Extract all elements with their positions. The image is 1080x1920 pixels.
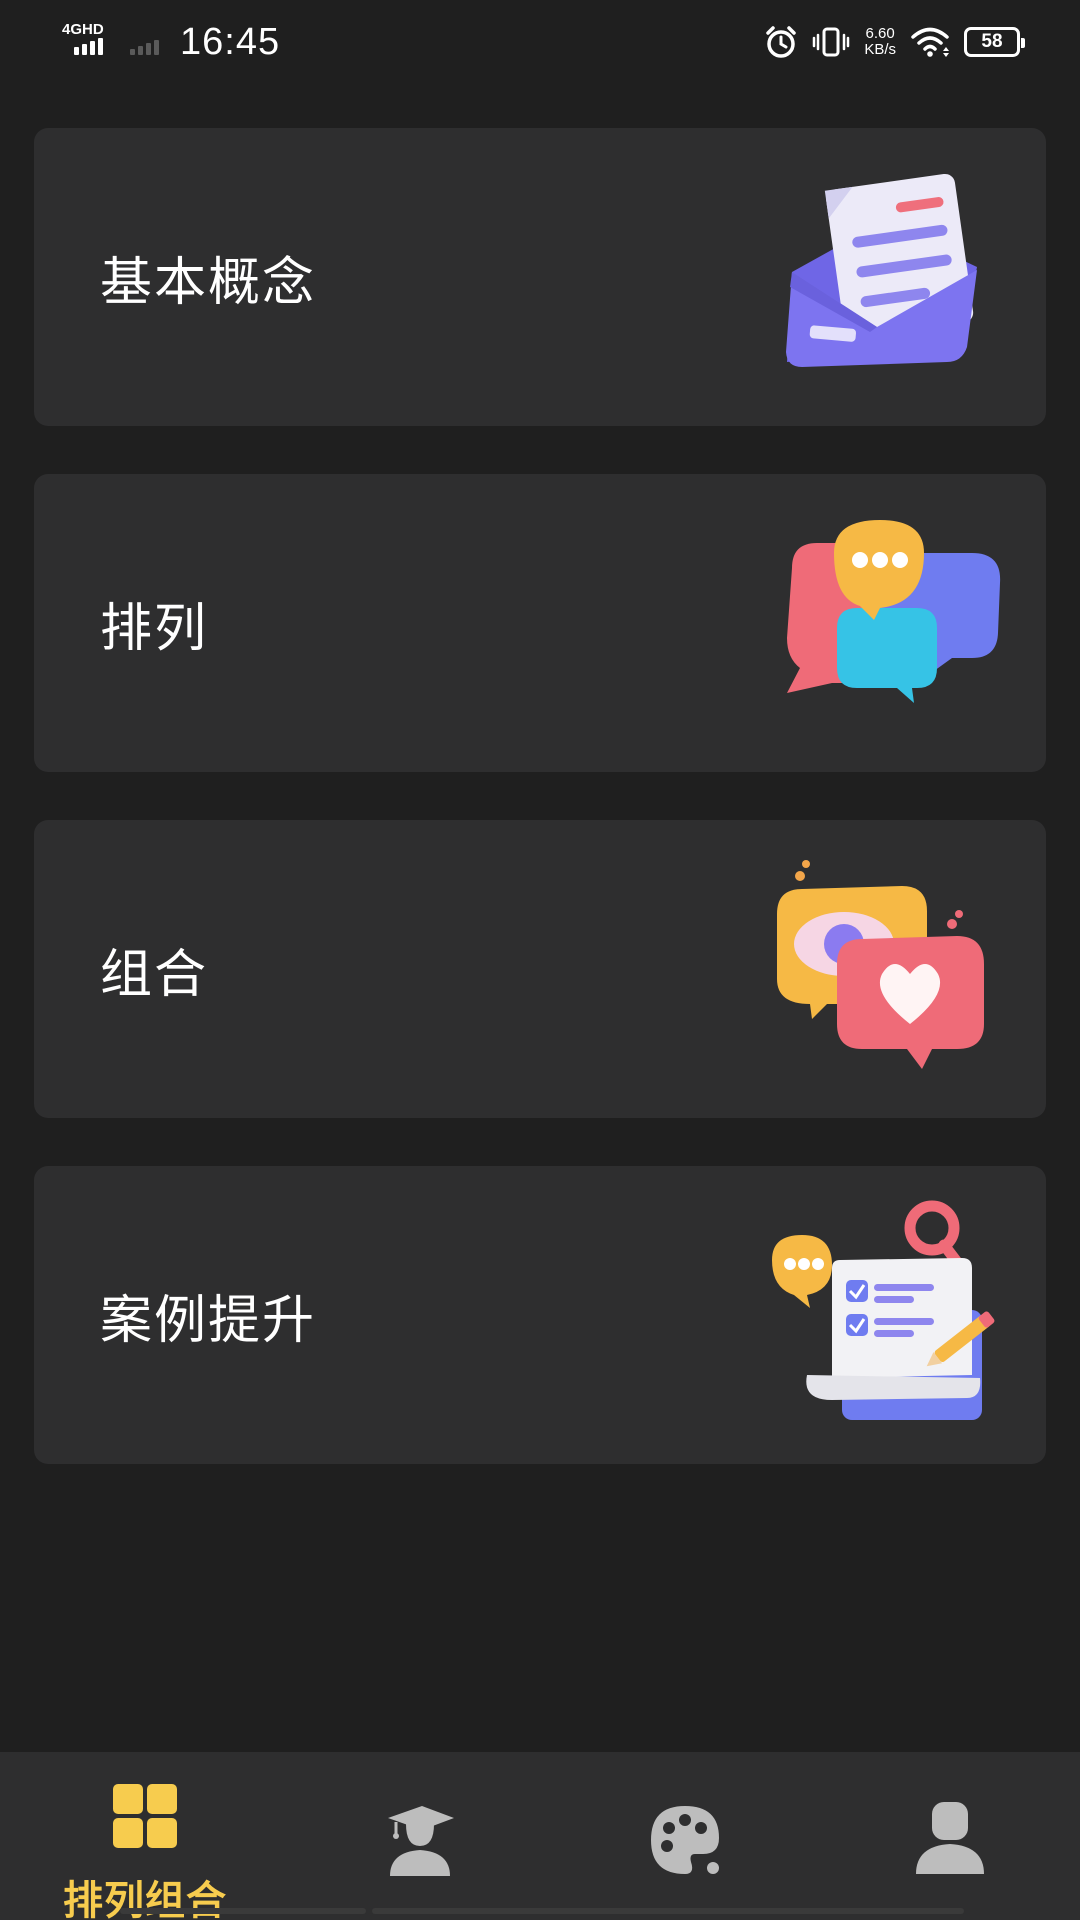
home-indicator <box>120 1908 366 1914</box>
status-icons: 6.60 KB/s 58 <box>764 22 1025 62</box>
battery-level: 58 <box>981 31 1003 52</box>
card-title: 组合 <box>100 944 209 1005</box>
alarm-icon <box>766 26 797 58</box>
nav-tab-profile[interactable] <box>815 1752 1080 1920</box>
screen: 4GHD 16:45 6.60 KB/s 58 基本概念 排列 组合 案例提升 … <box>0 0 1080 1920</box>
person-icon <box>916 1802 984 1874</box>
envelope-letter-icon <box>786 173 977 367</box>
network-indicator: 4GHD <box>62 22 114 58</box>
card-basic-concepts[interactable]: 基本概念 <box>34 128 1046 426</box>
network-type-label: 4GHD <box>62 21 104 38</box>
grid-icon <box>113 1784 177 1848</box>
nav-tab-permutation-combination[interactable]: 排列组合 <box>10 1752 280 1920</box>
signal-icon <box>74 38 103 55</box>
status-bar: 4GHD 16:45 6.60 KB/s 58 <box>0 0 1080 90</box>
clock-time: 16:45 <box>180 21 281 63</box>
chat-bubbles-icon <box>787 520 1001 703</box>
palette-icon <box>651 1806 719 1874</box>
graduate-icon <box>388 1806 454 1876</box>
speed-value: 6.60 <box>865 25 895 42</box>
card-title: 案例提升 <box>100 1290 317 1351</box>
home-indicator-secondary <box>372 1908 964 1914</box>
eye-heart-bubbles-icon <box>777 860 984 1069</box>
card-title: 基本概念 <box>100 252 317 313</box>
nav-tab-palette[interactable] <box>550 1752 820 1920</box>
network-speed: 6.60 KB/s <box>864 26 896 58</box>
card-combination[interactable]: 组合 <box>34 820 1046 1118</box>
wifi-icon <box>911 27 949 57</box>
nav-tab-learning[interactable] <box>285 1752 555 1920</box>
card-title: 排列 <box>100 598 209 659</box>
vibrate-icon <box>813 27 850 57</box>
battery-icon: 58 <box>964 27 1025 57</box>
speed-unit: KB/s <box>864 41 896 58</box>
card-permutation[interactable]: 排列 <box>34 474 1046 772</box>
checklist-document-icon <box>772 1200 995 1420</box>
bottom-nav: 排列组合 <box>0 1752 1080 1920</box>
secondary-signal-icon <box>130 40 159 55</box>
card-case-improvement[interactable]: 案例提升 <box>34 1166 1046 1464</box>
